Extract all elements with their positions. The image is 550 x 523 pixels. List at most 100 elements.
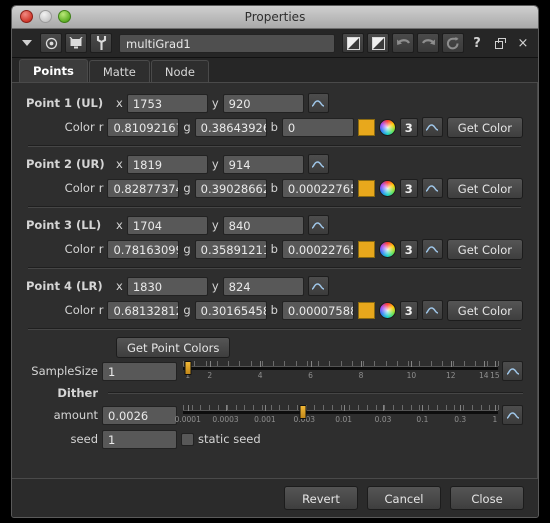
- properties-body: Point 1 (UL) x 1753 y 920 Color r 0.8109…: [12, 83, 538, 478]
- redo-icon[interactable]: [417, 33, 439, 53]
- curve-icon[interactable]: [307, 276, 329, 296]
- color-label: Color: [64, 181, 95, 195]
- get-color-button[interactable]: Get Color: [446, 116, 523, 138]
- window-title: Properties: [244, 10, 306, 24]
- channel-count-button[interactable]: 3: [399, 239, 418, 259]
- undo-icon[interactable]: [392, 33, 414, 53]
- wrench-icon[interactable]: [90, 33, 112, 53]
- point-y-input[interactable]: 920: [222, 93, 304, 113]
- dither-amount-slider[interactable]: 0.0001 0.0003 0.001 0.003 0.01 0.03 0.1 0.3 1: [175, 404, 499, 426]
- color-wheel-icon[interactable]: [378, 301, 396, 319]
- r-label: r: [98, 120, 104, 134]
- color-g-input[interactable]: 0.39028662: [194, 178, 267, 198]
- tab-node[interactable]: Node: [150, 60, 209, 82]
- point-row: Point 1 (UL) x 1753 y 920: [26, 91, 523, 115]
- point-x-input[interactable]: 1830: [126, 276, 208, 296]
- point-row: Point 4 (LR) x 1830 y 824: [26, 274, 523, 298]
- b-label: b: [270, 120, 278, 134]
- divider: [108, 392, 523, 394]
- color-row: Color r 0.78163099 g 0.35891211 b 0.0002…: [26, 237, 523, 261]
- cancel-button[interactable]: Cancel: [367, 486, 441, 510]
- color-r-input[interactable]: 0.78163099: [107, 239, 180, 259]
- point-row: Point 3 (LL) x 1704 y 840: [26, 213, 523, 237]
- color-b-input[interactable]: 0.00007588: [281, 300, 354, 320]
- record-circle-icon[interactable]: [40, 33, 62, 53]
- triangle-down-icon[interactable]: [17, 33, 37, 53]
- dither-amount-handle[interactable]: [299, 405, 307, 419]
- point-label: Point 3 (LL): [26, 218, 102, 232]
- dither-group-header: Dither: [26, 383, 523, 403]
- split-view-b-icon[interactable]: [367, 33, 389, 53]
- static-seed-label: static seed: [198, 432, 261, 446]
- monitor-icon[interactable]: [65, 33, 87, 53]
- color-b-input[interactable]: 0.00022765: [281, 239, 354, 259]
- color-swatch[interactable]: [357, 179, 375, 197]
- get-point-colors-row: Get Point Colors: [26, 335, 523, 359]
- get-color-button[interactable]: Get Color: [446, 177, 523, 199]
- node-toolbar: multiGrad1 ? ×: [12, 29, 538, 58]
- channel-count-button[interactable]: 3: [399, 117, 418, 137]
- curve-icon[interactable]: [307, 154, 329, 174]
- color-g-input[interactable]: 0.38643926: [194, 117, 267, 137]
- curve-icon[interactable]: [502, 361, 523, 381]
- curve-icon[interactable]: [502, 405, 523, 425]
- color-r-input[interactable]: 0.82877374: [107, 178, 180, 198]
- split-view-a-icon[interactable]: [342, 33, 364, 53]
- point-x-input[interactable]: 1753: [126, 93, 208, 113]
- sample-size-slider[interactable]: 1 2 4 6 8 10 12 14 15: [183, 360, 500, 382]
- curve-icon[interactable]: [421, 178, 443, 198]
- color-swatch[interactable]: [357, 118, 375, 136]
- color-g-input[interactable]: 0.30165458: [194, 300, 267, 320]
- divider: [28, 145, 521, 147]
- reset-icon[interactable]: [442, 33, 464, 53]
- point-x-input[interactable]: 1704: [126, 215, 208, 235]
- dither-amount-input[interactable]: 0.0026: [102, 405, 177, 425]
- point-y-input[interactable]: 824: [222, 276, 304, 296]
- y-label: y: [211, 279, 219, 293]
- point-x-input[interactable]: 1819: [126, 154, 208, 174]
- get-point-colors-button[interactable]: Get Point Colors: [116, 336, 231, 358]
- close-icon[interactable]: ×: [513, 33, 533, 53]
- dither-seed-row: seed 1 static seed: [26, 427, 523, 451]
- sample-size-input[interactable]: 1: [102, 361, 177, 381]
- help-button[interactable]: ?: [467, 33, 487, 53]
- color-wheel-icon[interactable]: [378, 118, 396, 136]
- curve-icon[interactable]: [307, 215, 329, 235]
- x-label: x: [116, 96, 123, 110]
- point-y-input[interactable]: 840: [222, 215, 304, 235]
- node-name-input[interactable]: multiGrad1: [119, 33, 335, 53]
- channel-count-button[interactable]: 3: [399, 300, 418, 320]
- color-wheel-icon[interactable]: [378, 240, 396, 258]
- color-g-input[interactable]: 0.35891211: [194, 239, 267, 259]
- tab-matte[interactable]: Matte: [88, 60, 150, 82]
- window-titlebar[interactable]: Properties: [12, 6, 538, 29]
- color-swatch[interactable]: [357, 240, 375, 258]
- color-b-input[interactable]: 0: [281, 117, 354, 137]
- get-color-button[interactable]: Get Color: [446, 238, 523, 260]
- color-swatch[interactable]: [357, 301, 375, 319]
- curve-icon[interactable]: [421, 117, 443, 137]
- x-label: x: [116, 279, 123, 293]
- dither-seed-input[interactable]: 1: [102, 429, 177, 449]
- g-label: g: [183, 242, 191, 256]
- curve-icon[interactable]: [307, 93, 329, 113]
- color-b-input[interactable]: 0.00022765: [281, 178, 354, 198]
- divider: [28, 267, 521, 269]
- color-r-input[interactable]: 0.81092167: [107, 117, 180, 137]
- curve-icon[interactable]: [421, 239, 443, 259]
- channel-count-button[interactable]: 3: [399, 178, 418, 198]
- color-row: Color r 0.68132812 g 0.30165458 b 0.0000…: [26, 298, 523, 322]
- restore-window-icon[interactable]: [490, 33, 510, 53]
- x-label: x: [116, 218, 123, 232]
- get-color-button[interactable]: Get Color: [446, 299, 523, 321]
- sample-size-handle[interactable]: [184, 361, 192, 375]
- static-seed-checkbox[interactable]: [181, 432, 194, 446]
- point-y-input[interactable]: 914: [222, 154, 304, 174]
- tab-points[interactable]: Points: [19, 59, 88, 82]
- curve-icon[interactable]: [421, 300, 443, 320]
- color-wheel-icon[interactable]: [378, 179, 396, 197]
- revert-button[interactable]: Revert: [284, 486, 358, 510]
- color-r-input[interactable]: 0.68132812: [107, 300, 180, 320]
- color-label: Color: [64, 242, 95, 256]
- close-button[interactable]: Close: [450, 486, 524, 510]
